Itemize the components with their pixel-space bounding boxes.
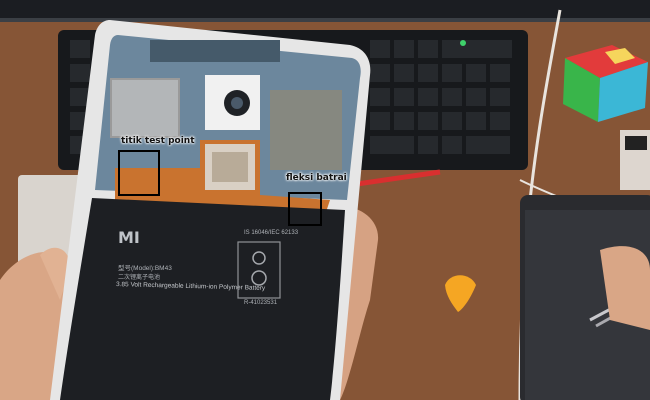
battery-cert: IS 16046/IEC 62133 <box>244 230 299 236</box>
monitor-edge <box>0 0 650 20</box>
battery-flex-box <box>288 192 322 226</box>
battery-reg: R-41023531 <box>244 300 278 306</box>
battery-title-cn: 二次锂离子电池 <box>118 275 161 281</box>
phone <box>50 20 371 400</box>
rubik-cube <box>563 45 648 122</box>
battery <box>60 198 345 400</box>
photo-scene <box>0 0 650 400</box>
battery-model: 型号(Model):BM43 <box>118 265 172 272</box>
test-point-box <box>118 150 160 196</box>
test-point-label: titik test point <box>121 136 195 146</box>
battery-brand: MI <box>118 228 140 247</box>
battery-flex-label: fleksi batrai <box>286 173 347 183</box>
